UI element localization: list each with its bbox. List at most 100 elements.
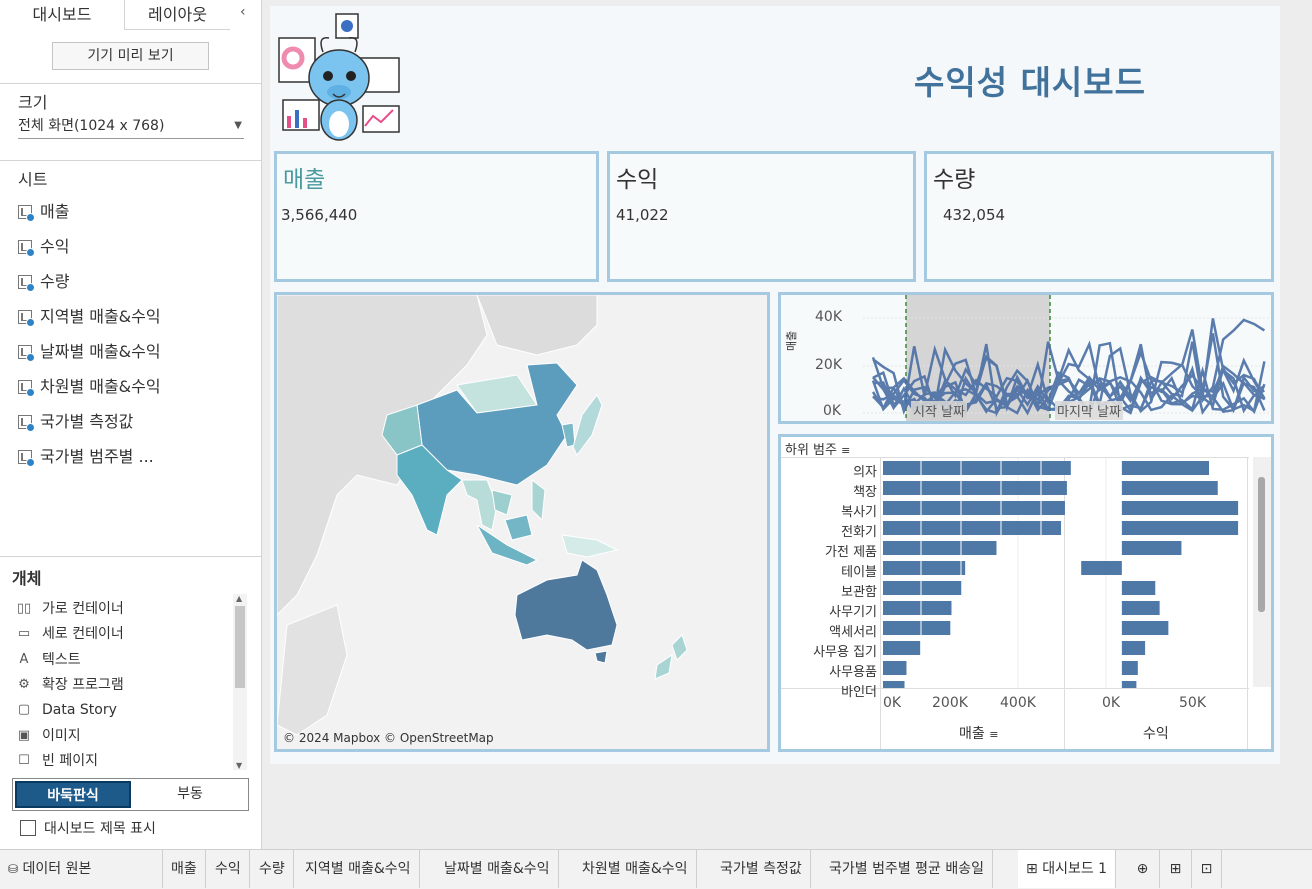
sales-bar[interactable] <box>883 581 962 595</box>
subcategory-label[interactable]: 가전 제품 <box>781 541 877 560</box>
sales-axis-title[interactable]: 매출 ≡ <box>959 723 998 743</box>
subcategory-label[interactable]: 액세서리 <box>781 621 877 640</box>
subcategory-label[interactable]: 전화기 <box>781 521 877 540</box>
show-title-checkbox-row[interactable]: 대시보드 제목 표시 <box>20 818 156 838</box>
profit-bar[interactable] <box>1081 561 1122 575</box>
collapse-panel-icon[interactable]: ‹ <box>240 4 246 20</box>
tab-sheet[interactable]: 차원별 매출&수익 <box>574 850 697 888</box>
new-story-icon[interactable]: ⊡ <box>1192 850 1222 888</box>
profit-bar[interactable] <box>1121 481 1218 495</box>
sales-bar[interactable] <box>883 501 1065 515</box>
profit-bar[interactable] <box>1121 641 1146 655</box>
kpi-card-quantity[interactable]: 수량 432,054 <box>924 151 1274 282</box>
tab-sheet[interactable]: 매출 <box>163 850 206 888</box>
date-line-chart[interactable] <box>781 295 1271 421</box>
object-item-label: 빈 페이지 <box>42 752 98 769</box>
object-item[interactable]: A 텍스트 <box>16 648 81 672</box>
object-item[interactable]: ▯▯ 가로 컨테이너 <box>16 597 124 621</box>
tab-dashboard-active[interactable]: ⊞ 대시보드 1 <box>1018 850 1117 888</box>
profit-bar[interactable] <box>1121 601 1160 615</box>
profit-bar[interactable] <box>1121 621 1169 635</box>
object-item[interactable]: ▢ Data Story <box>16 698 117 722</box>
sheet-item[interactable]: 국가별 범주별 ... <box>18 444 154 470</box>
subcategory-label[interactable]: 사무용 집기 <box>781 641 877 660</box>
profit-bar[interactable] <box>1121 541 1182 555</box>
profit-bar[interactable] <box>1121 681 1137 688</box>
sort-icon[interactable]: ≡ <box>841 444 850 457</box>
subcategory-label[interactable]: 사무용품 <box>781 661 877 680</box>
new-worksheet-icon[interactable]: ⊕ <box>1126 850 1160 888</box>
show-title-label: 대시보드 제목 표시 <box>44 821 156 837</box>
tab-sheet[interactable]: 국가별 범주별 평균 배송일 <box>821 850 994 888</box>
profit-bar[interactable] <box>1121 661 1138 675</box>
bar-chart-scrollbar[interactable] <box>1253 457 1271 687</box>
subcategory-label[interactable]: 책장 <box>781 481 877 500</box>
floating-button[interactable]: 부동 <box>133 781 247 808</box>
show-title-checkbox[interactable] <box>20 820 36 836</box>
scroll-thumb[interactable] <box>235 606 245 688</box>
line-chart-panel[interactable]: 40K 20K 0K 매출 시작 날짜 마지막 날짜 <box>778 292 1274 424</box>
sales-bar[interactable] <box>883 521 1062 535</box>
kpi-card-sales[interactable]: 매출 3,566,440 <box>274 151 599 282</box>
tab-data-source[interactable]: ⛁ 데이터 원본 <box>0 850 163 888</box>
subcategory-label[interactable]: 복사기 <box>781 501 877 520</box>
start-date-label[interactable]: 시작 날짜 <box>911 401 967 420</box>
sales-bar[interactable] <box>883 461 1071 475</box>
sheet-item[interactable]: 수익 <box>18 234 69 260</box>
sales-bar[interactable] <box>883 681 905 688</box>
sales-bar[interactable] <box>883 621 951 635</box>
kpi-title: 매출 <box>283 167 326 193</box>
profit-bar[interactable] <box>1121 521 1239 535</box>
tab-sheet[interactable]: 날짜별 매출&수익 <box>436 850 559 888</box>
subcategory-label[interactable]: 사무기기 <box>781 601 877 620</box>
tab-label: 대시보드 1 <box>1042 861 1108 877</box>
new-dashboard-icon[interactable]: ⊞ <box>1160 850 1192 888</box>
tab-sheet[interactable]: 수량 <box>251 850 294 888</box>
scroll-down-icon[interactable]: ▼ <box>236 761 242 770</box>
sheet-item[interactable]: 지역별 매출&수익 <box>18 304 161 330</box>
tab-sheet[interactable]: 국가별 측정값 <box>712 850 811 888</box>
tab-sheet[interactable]: 지역별 매출&수익 <box>297 850 420 888</box>
sales-bar[interactable] <box>883 541 997 555</box>
tab-sheet[interactable]: 수익 <box>207 850 250 888</box>
size-dropdown[interactable]: 전체 화면(1024 x 768) ▼ <box>18 115 244 139</box>
sales-bar[interactable] <box>883 641 921 655</box>
subcategory-label[interactable]: 의자 <box>781 461 877 480</box>
object-item[interactable]: ☐ 빈 페이지 <box>16 749 98 773</box>
object-item-label: 세로 컨테이너 <box>42 626 124 643</box>
sort-icon[interactable]: ≡ <box>989 728 998 741</box>
subcategory-label[interactable]: 테이블 <box>781 561 877 580</box>
subcategory-bar-chart-panel[interactable]: 하위 범주 ≡ 의자 책장 복사기 전화기 가전 제품 테이블 보관함 사무기기 액세서리 사무용… <box>778 434 1274 752</box>
object-item[interactable]: ⚙ 확장 프로그램 <box>16 673 124 697</box>
object-item[interactable]: ▣ 이미지 <box>16 724 81 748</box>
device-preview-button[interactable]: 기기 미리 보기 <box>52 42 209 70</box>
subcategory-header[interactable]: 하위 범주 ≡ <box>785 439 850 458</box>
map-view[interactable]: © 2024 Mapbox © OpenStreetMap <box>274 292 770 752</box>
sheet-item[interactable]: 매출 <box>18 199 69 225</box>
profit-bar[interactable] <box>1121 501 1239 515</box>
sales-bar[interactable] <box>883 601 952 615</box>
sales-bar[interactable] <box>883 481 1067 495</box>
profit-bar[interactable] <box>1121 581 1156 595</box>
sales-bar[interactable] <box>883 661 907 675</box>
end-date-label[interactable]: 마지막 날짜 <box>1055 401 1123 420</box>
tiled-button[interactable]: 바둑판식 <box>15 781 131 808</box>
tab-dashboard[interactable]: 대시보드 <box>0 0 125 30</box>
sheet-item[interactable]: 국가별 측정값 <box>18 409 133 435</box>
kpi-card-profit[interactable]: 수익 41,022 <box>607 151 916 282</box>
subcategory-label[interactable]: 바인더 <box>781 681 877 700</box>
profit-bar[interactable] <box>1121 461 1210 475</box>
sheet-item[interactable]: 수량 <box>18 269 69 295</box>
sheet-item[interactable]: 차원별 매출&수익 <box>18 374 161 400</box>
subcategory-label[interactable]: 보관함 <box>781 581 877 600</box>
scroll-thumb[interactable] <box>1258 477 1265 612</box>
worksheet-icon <box>18 205 35 222</box>
sales-bar[interactable] <box>883 561 966 575</box>
bar-plot[interactable] <box>881 458 1249 688</box>
scroll-up-icon[interactable]: ▲ <box>236 594 242 603</box>
objects-scrollbar[interactable]: ▲ ▼ <box>233 594 247 770</box>
object-item[interactable]: ▭ 세로 컨테이너 <box>16 622 124 646</box>
asia-pacific-map[interactable] <box>277 295 767 749</box>
tab-layout[interactable]: 레이아웃 <box>125 0 230 30</box>
sheet-item[interactable]: 날짜별 매출&수익 <box>18 339 161 365</box>
